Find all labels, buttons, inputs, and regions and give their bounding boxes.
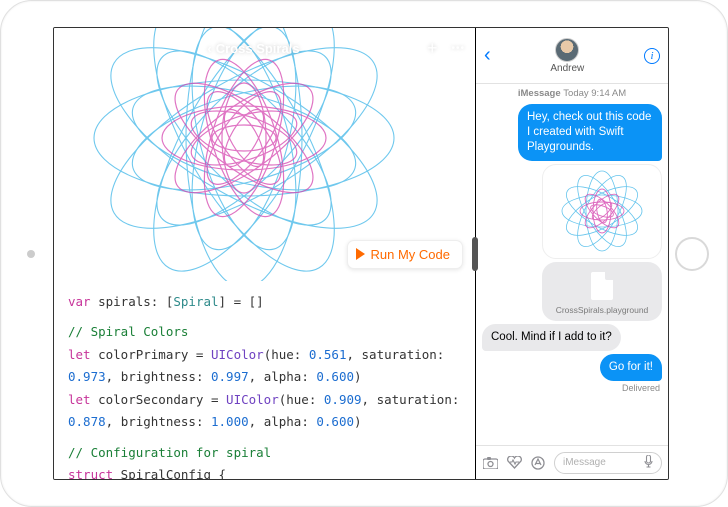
- avatar: [555, 38, 579, 62]
- thread-meta: iMessage Today 9:14 AM: [482, 88, 662, 99]
- code-line: var spirals: [Spiral] = []: [68, 291, 461, 314]
- app-store-icon[interactable]: [530, 455, 546, 471]
- front-camera: [27, 250, 35, 258]
- play-icon: [356, 248, 365, 260]
- contact-name: Andrew: [550, 63, 584, 74]
- code-line: 0.973, brightness: 0.997, alpha: 0.600): [68, 366, 461, 389]
- file-attachment[interactable]: CrossSpirals.playground: [542, 262, 662, 321]
- camera-icon[interactable]: [482, 455, 498, 471]
- file-icon: [591, 272, 613, 300]
- home-button[interactable]: [675, 237, 709, 271]
- code-line: // Configuration for spiral: [68, 442, 461, 465]
- playground-title: Cross Spirals: [216, 41, 300, 56]
- mic-icon[interactable]: [644, 455, 653, 471]
- chevron-left-icon: ‹: [207, 41, 211, 56]
- ipad-screen: ‹ Cross Spirals + ••• Run My Code var sp…: [53, 27, 669, 480]
- run-my-code-button[interactable]: Run My Code: [347, 240, 463, 269]
- contact-info[interactable]: Andrew: [550, 38, 584, 74]
- file-attachment-name: CrossSpirals.playground: [548, 305, 656, 315]
- back-button[interactable]: ‹: [484, 44, 491, 67]
- swift-playgrounds-app: ‹ Cross Spirals + ••• Run My Code var sp…: [54, 28, 476, 479]
- run-button-label: Run My Code: [371, 247, 450, 262]
- digital-touch-icon[interactable]: [506, 455, 522, 471]
- code-line: let colorPrimary = UIColor(hue: 0.561, s…: [68, 344, 461, 367]
- message-placeholder: iMessage: [563, 457, 606, 468]
- playground-title-bar[interactable]: ‹ Cross Spirals: [207, 41, 299, 56]
- playground-canvas: ‹ Cross Spirals + ••• Run My Code: [54, 28, 475, 281]
- library-grid-icon[interactable]: [64, 40, 80, 56]
- message-bubble-sent[interactable]: Hey, check out this code I created with …: [518, 104, 662, 161]
- add-page-button[interactable]: +: [427, 38, 438, 59]
- code-editor[interactable]: var spirals: [Spiral] = [] // Spiral Col…: [54, 281, 475, 479]
- playground-toolbar: ‹ Cross Spirals + •••: [54, 34, 475, 62]
- more-button[interactable]: •••: [451, 43, 465, 54]
- code-line: struct SpiralConfig {: [68, 464, 461, 479]
- delivered-status: Delivered: [622, 383, 660, 393]
- code-line: let colorSecondary = UIColor(hue: 0.909,…: [68, 389, 461, 412]
- code-line: // Spiral Colors: [68, 321, 461, 344]
- message-input-bar: iMessage: [476, 445, 668, 479]
- split-view-handle[interactable]: [472, 237, 478, 271]
- message-bubble-sent[interactable]: Go for it!: [600, 354, 662, 381]
- message-input[interactable]: iMessage: [554, 452, 662, 474]
- messages-thread[interactable]: iMessage Today 9:14 AM Hey, check out th…: [476, 84, 668, 445]
- info-button[interactable]: i: [644, 48, 660, 64]
- code-line: 0.878, brightness: 1.000, alpha: 0.600): [68, 411, 461, 434]
- image-attachment[interactable]: [542, 164, 662, 259]
- messages-app: ‹ Andrew i iMessage Today 9:14 AM Hey, c…: [476, 28, 668, 479]
- message-bubble-received[interactable]: Cool. Mind if I add to it?: [482, 324, 621, 351]
- ipad-device-frame: ‹ Cross Spirals + ••• Run My Code var sp…: [0, 0, 728, 507]
- messages-header: ‹ Andrew i: [476, 28, 668, 84]
